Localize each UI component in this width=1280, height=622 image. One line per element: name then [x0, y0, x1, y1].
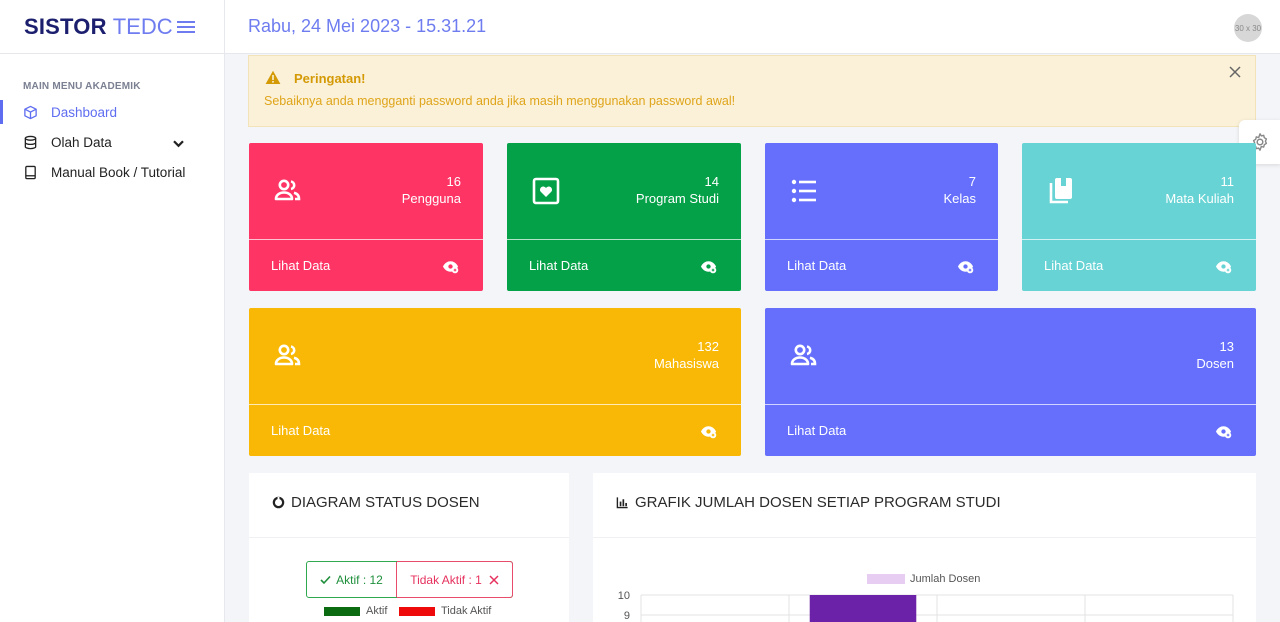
brand-subtitle: TEDC: [112, 13, 173, 39]
menu-toggle-icon[interactable]: [176, 20, 195, 34]
card-count: 14: [704, 174, 719, 189]
heart-square-icon: [532, 177, 560, 205]
sidebar-item-manual-book[interactable]: Manual Book / Tutorial: [0, 158, 224, 186]
legend-swatch: [399, 606, 435, 616]
alert-message: Sebaiknya anda mengganti password anda j…: [264, 94, 736, 108]
warning-alert: Peringatan! Sebaiknya anda mengganti pas…: [248, 55, 1256, 127]
eye-icon: [1215, 426, 1232, 439]
card-count: 16: [446, 174, 461, 189]
legend-swatch: [867, 574, 905, 584]
card-program-studi: 14 Program Studi Lihat Data: [507, 143, 741, 291]
card-count: 7: [968, 174, 976, 189]
card-label: Dosen: [1196, 356, 1234, 371]
eye-icon: [700, 426, 717, 439]
view-data-link[interactable]: Lihat Data: [249, 405, 741, 456]
view-data-link[interactable]: Lihat Data: [765, 405, 1256, 456]
brand: SISTOR TEDC: [0, 0, 225, 54]
status-summary: Aktif : 12 Tidak Aktif : 1: [306, 561, 513, 598]
view-data-label: Lihat Data: [271, 423, 331, 438]
card-label: Mata Kuliah: [1165, 191, 1234, 206]
brand-name: SISTOR: [24, 13, 107, 39]
view-data-label: Lihat Data: [271, 258, 331, 273]
grafik-dosen-panel: GRAFIK JUMLAH DOSEN SETIAP PROGRAM STUDI…: [593, 473, 1256, 622]
books-icon: [1049, 178, 1072, 204]
bar-jumlah-dosen[interactable]: [809, 595, 917, 622]
view-data-link[interactable]: Lihat Data: [1022, 240, 1256, 291]
legend-label: Aktif: [366, 605, 388, 617]
legend-tidak-aktif: Tidak Aktif: [399, 605, 491, 617]
card-mata-kuliah: 11 Mata Kuliah Lihat Data: [1022, 143, 1256, 291]
view-data-label: Lihat Data: [529, 258, 589, 273]
aktif-label: Aktif : 12: [336, 572, 383, 587]
close-icon[interactable]: [1229, 66, 1241, 78]
users-icon: [274, 179, 301, 201]
sidebar-item-label: Olah Data: [51, 134, 112, 150]
legend-aktif: Aktif: [324, 605, 387, 617]
panel-title: GRAFIK JUMLAH DOSEN SETIAP PROGRAM STUDI: [635, 494, 1001, 511]
y-tick-label: 9: [624, 610, 630, 622]
book-icon: [25, 165, 36, 179]
view-data-label: Lihat Data: [787, 423, 847, 438]
sidebar-item-dashboard[interactable]: Dashboard: [0, 98, 224, 126]
eye-icon: [700, 261, 717, 274]
close-icon: [489, 574, 499, 585]
pie-chart-icon: [272, 496, 285, 509]
card-label: Program Studi: [635, 191, 719, 206]
view-data-link[interactable]: Lihat Data: [765, 240, 998, 291]
card-label: Pengguna: [401, 191, 461, 206]
view-data-label: Lihat Data: [787, 258, 847, 273]
y-tick-label: 10: [618, 590, 630, 602]
card-count: 11: [1220, 174, 1235, 189]
aktif-status[interactable]: Aktif : 12: [307, 562, 397, 597]
alert-title: Peringatan!: [294, 71, 366, 86]
tidak-aktif-status[interactable]: Tidak Aktif : 1: [397, 561, 513, 598]
avatar[interactable]: 30 x 30: [1234, 14, 1262, 42]
database-icon: [24, 135, 37, 149]
top-bar: SISTOR TEDC Rabu, 24 Mei 2023 - 15.31.21…: [0, 0, 1280, 54]
eye-icon: [957, 261, 974, 274]
sidebar-item-olah-data[interactable]: Olah Data: [0, 128, 224, 156]
legend-label: Jumlah Dosen: [910, 573, 980, 585]
bar-chart-icon: [616, 497, 628, 509]
view-data-label: Lihat Data: [1044, 258, 1104, 273]
tidak-aktif-label: Tidak Aktif : 1: [410, 572, 482, 587]
view-data-link[interactable]: Lihat Data: [249, 240, 483, 291]
dosen-bar-chart: Jumlah Dosen 10 9: [618, 573, 1234, 622]
card-label: Mahasiswa: [653, 356, 719, 371]
legend-label: Tidak Aktif: [441, 605, 492, 617]
panel-title: DIAGRAM STATUS DOSEN: [291, 494, 480, 511]
card-count: 13: [1219, 339, 1234, 354]
list-icon: [791, 179, 816, 203]
card-pengguna: 16 Pengguna Lihat Data: [249, 143, 483, 291]
users-icon: [790, 344, 817, 366]
sidebar-item-label: Manual Book / Tutorial: [51, 164, 186, 180]
users-icon: [274, 344, 301, 366]
view-data-link[interactable]: Lihat Data: [507, 240, 741, 291]
datetime: Rabu, 24 Mei 2023 - 15.31.21: [248, 16, 487, 36]
chevron-down-icon: [173, 140, 184, 148]
check-icon: [320, 575, 331, 584]
card-kelas: 7 Kelas Lihat Data: [765, 143, 998, 291]
menu-section-title: MAIN MENU AKADEMIK: [23, 81, 141, 92]
legend-swatch: [324, 606, 360, 616]
card-mahasiswa: 132 Mahasiswa Lihat Data: [249, 308, 741, 456]
cube-icon: [24, 105, 37, 119]
sidebar-item-label: Dashboard: [51, 104, 118, 120]
card-dosen: 13 Dosen Lihat Data: [765, 308, 1256, 456]
sidebar: MAIN MENU AKADEMIK Dashboard Olah Data M…: [0, 54, 225, 622]
card-count: 132: [697, 339, 719, 354]
warning-icon: [265, 70, 281, 84]
eye-icon: [442, 261, 459, 274]
eye-icon: [1215, 261, 1232, 274]
card-label: Kelas: [943, 191, 976, 206]
status-dosen-panel: DIAGRAM STATUS DOSEN Aktif : 12 Tidak Ak…: [249, 473, 569, 622]
